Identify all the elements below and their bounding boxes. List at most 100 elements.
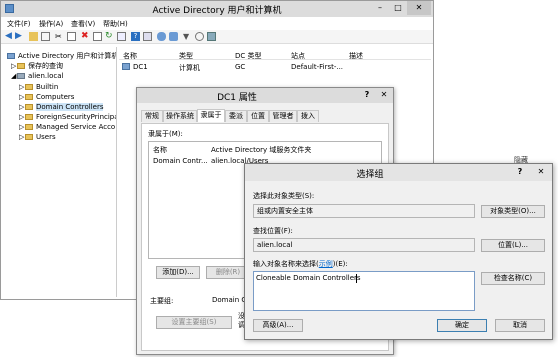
set-primary-group-button[interactable]: 设置主要组(S)	[156, 316, 232, 329]
object-type-field: 组或内置安全主体	[253, 204, 475, 218]
tab-location[interactable]: 位置	[247, 110, 269, 122]
folder-icon	[25, 124, 33, 130]
domain-icon	[17, 73, 25, 79]
member-of-label: 隶属于(M):	[148, 130, 183, 138]
folder-icon	[17, 63, 25, 69]
properties-close-button[interactable]: ✕	[375, 88, 393, 103]
folder-icon	[25, 94, 33, 100]
tab-managed-by[interactable]: 管理者	[269, 110, 297, 122]
back-icon[interactable]: ◀	[5, 32, 14, 41]
minimize-button[interactable]: –	[371, 1, 389, 15]
add-to-group-icon[interactable]	[207, 32, 216, 41]
location-field: alien.local	[253, 238, 475, 252]
tree-domain[interactable]: ◢ alien.local	[11, 71, 63, 81]
close-button[interactable]: ✕	[407, 1, 431, 15]
tab-member-of[interactable]: 隶属于	[197, 109, 225, 122]
tree-item-label: Computers	[36, 93, 75, 101]
up-folder-icon[interactable]	[29, 32, 38, 41]
tree-root[interactable]: Active Directory 用户和计算机	[7, 51, 117, 61]
member-col-name[interactable]: 名称	[153, 145, 167, 155]
computer-icon	[122, 63, 130, 70]
locations-button[interactable]: 位置(L)...	[481, 239, 545, 252]
group-icon[interactable]	[169, 32, 178, 41]
tree-root-label: Active Directory 用户和计算机	[18, 52, 117, 60]
object-names-label-prefix: 输入对象名称来选择(	[253, 260, 319, 268]
tab-dial-in[interactable]: 拨入	[297, 110, 319, 122]
select-group-dialog: 选择组 ? ✕ 选择此对象类型(S): 组或内置安全主体 对象类型(O)... …	[244, 163, 553, 340]
saved-queries-label: 保存的查询	[28, 62, 63, 70]
filter-icon[interactable]: ▼	[183, 32, 192, 41]
properties-title-bar[interactable]: DC1 属性 ? ✕	[137, 88, 393, 103]
copy-icon[interactable]	[67, 32, 76, 41]
object-types-button[interactable]: 对象类型(O)...	[481, 205, 545, 218]
object-names-label-suffix: )(E):	[332, 260, 348, 268]
menu-view[interactable]: 查看(V)	[71, 19, 95, 29]
help-icon[interactable]: ?	[131, 32, 140, 41]
maximize-button[interactable]: □	[389, 1, 407, 15]
column-header-description[interactable]: 描述	[349, 51, 363, 61]
console-icon[interactable]	[143, 32, 152, 41]
tree-item-label: Domain Controllers	[36, 103, 104, 111]
row-type: 计算机	[179, 64, 200, 72]
delete-icon[interactable]: ✖	[81, 32, 90, 41]
row-site: Default-First-...	[291, 63, 344, 71]
folder-icon	[25, 84, 33, 90]
tree-item-foreign-security[interactable]: ▷ ForeignSecurityPrincipa	[19, 112, 117, 122]
menu-action[interactable]: 操作(A)	[39, 19, 63, 29]
ad-root-icon	[7, 53, 15, 59]
tree-item-domain-controllers[interactable]: ▷ Domain Controllers	[19, 102, 104, 112]
member-col-folder[interactable]: Active Directory 域服务文件夹	[211, 145, 311, 155]
object-names-value: Cloneable Domain Controllers	[256, 274, 361, 282]
tree-item-label: Users	[36, 133, 56, 141]
folder-icon	[25, 134, 33, 140]
ok-button[interactable]: 确定	[437, 319, 487, 332]
check-names-button[interactable]: 检查名称(C)	[481, 272, 545, 285]
export-icon[interactable]	[117, 32, 126, 41]
tree-item-builtin[interactable]: ▷ Builtin	[19, 82, 58, 92]
member-row-name: Domain Contr...	[153, 157, 208, 165]
menu-file[interactable]: 文件(F)	[7, 19, 31, 29]
find-icon[interactable]	[195, 32, 204, 41]
tree-item-label: Managed Service Acco	[36, 123, 116, 131]
text-cursor	[356, 274, 357, 283]
select-group-title-bar[interactable]: 选择组 ? ✕	[245, 164, 552, 181]
properties-help-button[interactable]: ?	[359, 88, 375, 103]
tree-item-label: ForeignSecurityPrincipa	[36, 113, 117, 121]
column-header-dc-type[interactable]: DC 类型	[235, 51, 262, 61]
cut-icon[interactable]: ✂	[55, 32, 64, 41]
tree-item-computers[interactable]: ▷ Computers	[19, 92, 74, 102]
object-names-input[interactable]: Cloneable Domain Controllers	[253, 271, 475, 311]
properties-icon[interactable]	[93, 32, 102, 41]
folder-icon	[25, 104, 33, 110]
select-group-close-button[interactable]: ✕	[531, 165, 551, 179]
refresh-icon[interactable]: ↻	[105, 32, 114, 41]
column-header-type[interactable]: 类型	[179, 51, 193, 61]
forward-icon[interactable]: ▶	[15, 32, 24, 41]
column-header-site[interactable]: 站点	[291, 51, 305, 61]
list-header: 名称 类型 DC 类型 站点 描述	[119, 50, 431, 60]
table-row[interactable]: DC1 计算机 GC Default-First-...	[119, 62, 431, 72]
column-header-name[interactable]: 名称	[123, 51, 137, 61]
tree-item-managed-service[interactable]: ▷ Managed Service Acco	[19, 122, 115, 132]
tab-delegation[interactable]: 委派	[225, 110, 247, 122]
tree-pane: Active Directory 用户和计算机 ▷ 保存的查询 ◢ alien.lo…	[3, 47, 117, 297]
examples-link[interactable]: 示例	[319, 260, 333, 268]
add-button[interactable]: 添加(D)...	[156, 266, 200, 279]
select-group-help-button[interactable]: ?	[511, 165, 529, 179]
tab-os[interactable]: 操作系统	[163, 110, 197, 122]
row-dc-type: GC	[235, 63, 246, 71]
tree-icon[interactable]	[41, 32, 50, 41]
location-label: 查找位置(F):	[253, 227, 293, 235]
main-window-title: Active Directory 用户和计算机	[152, 6, 282, 16]
cancel-button[interactable]: 取消	[495, 319, 545, 332]
user-icon[interactable]	[157, 32, 166, 41]
menu-help[interactable]: 帮助(H)	[103, 19, 128, 29]
advanced-button[interactable]: 高级(A)...	[253, 319, 303, 332]
select-group-title: 选择组	[356, 170, 384, 180]
main-title-bar[interactable]: Active Directory 用户和计算机 – □ ✕	[1, 1, 433, 17]
tab-general[interactable]: 常规	[141, 110, 163, 122]
tree-saved-queries[interactable]: ▷ 保存的查询	[11, 61, 63, 71]
domain-label: alien.local	[28, 72, 64, 80]
tree-item-users[interactable]: ▷ Users	[19, 132, 56, 142]
primary-group-label: 主要组:	[150, 297, 174, 305]
